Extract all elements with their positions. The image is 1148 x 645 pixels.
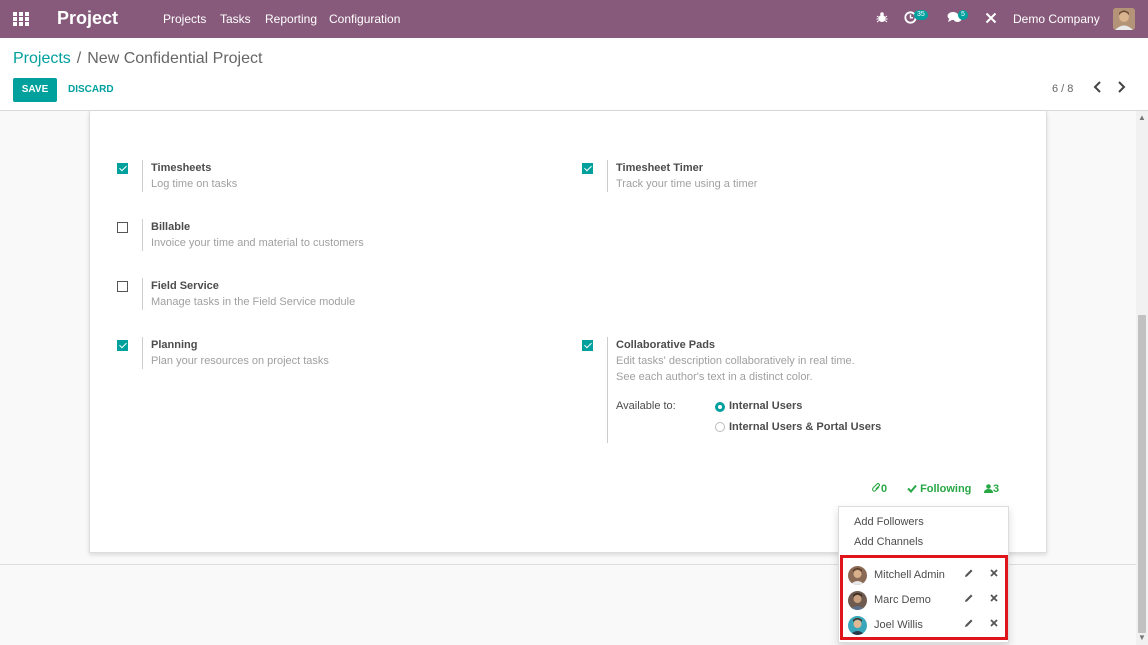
followers-button[interactable]: 3 bbox=[984, 483, 999, 495]
setting-description: Invoice your time and material to custom… bbox=[151, 237, 364, 249]
add-followers-item[interactable]: Add Followers bbox=[854, 516, 924, 528]
apps-menu-icon[interactable] bbox=[13, 12, 29, 26]
menu-projects[interactable]: Projects bbox=[163, 12, 206, 26]
collaborative-pads-checkbox[interactable] bbox=[582, 340, 593, 351]
check-icon bbox=[907, 484, 917, 493]
setting-title: Planning bbox=[151, 339, 198, 351]
follower-row[interactable]: Joel Willis bbox=[848, 615, 1003, 637]
setting-description: Track your time using a timer bbox=[616, 178, 758, 190]
breadcrumb-separator: / bbox=[76, 50, 82, 67]
edit-follower-icon[interactable] bbox=[964, 593, 974, 606]
radio-label[interactable]: Internal Users & Portal Users bbox=[729, 421, 881, 433]
divider bbox=[142, 337, 143, 369]
timesheets-checkbox[interactable] bbox=[117, 163, 128, 174]
app-title[interactable]: Project bbox=[57, 8, 118, 29]
scroll-down-arrow-icon[interactable]: ▼ bbox=[1138, 633, 1146, 642]
field-service-checkbox[interactable] bbox=[117, 281, 128, 292]
setting-description: Log time on tasks bbox=[151, 178, 238, 190]
setting-title: Timesheets bbox=[151, 162, 212, 174]
scroll-up-arrow-icon[interactable]: ▲ bbox=[1138, 113, 1146, 122]
menu-reporting[interactable]: Reporting bbox=[265, 12, 317, 26]
paperclip-icon bbox=[872, 482, 881, 492]
user-avatar[interactable] bbox=[1113, 8, 1135, 30]
remove-follower-icon[interactable] bbox=[990, 568, 998, 580]
follower-name[interactable]: Joel Willis bbox=[874, 619, 923, 631]
messages-count-badge: 5 bbox=[958, 10, 968, 20]
billable-checkbox[interactable] bbox=[117, 222, 128, 233]
pager-previous-button[interactable] bbox=[1093, 80, 1103, 96]
divider bbox=[142, 160, 143, 192]
divider bbox=[607, 160, 608, 192]
follower-row[interactable]: Mitchell Admin bbox=[848, 565, 1003, 587]
attachments-button[interactable]: 0 bbox=[872, 482, 888, 495]
setting-description: Plan your resources on project tasks bbox=[151, 355, 329, 367]
follower-name[interactable]: Mitchell Admin bbox=[874, 569, 945, 581]
control-panel: Projects / New Confidential Project SAVE D… bbox=[0, 38, 1148, 111]
user-icon bbox=[984, 484, 993, 493]
setting-description: Manage tasks in the Field Service module bbox=[151, 296, 356, 308]
setting-title: Billable bbox=[151, 221, 191, 233]
divider bbox=[607, 337, 608, 443]
portal-users-radio[interactable] bbox=[715, 422, 725, 432]
tools-icon[interactable] bbox=[985, 12, 997, 27]
following-button[interactable]: Following bbox=[907, 483, 971, 495]
breadcrumb-projects-link[interactable]: Projects bbox=[13, 50, 71, 67]
following-label: Following bbox=[920, 483, 972, 495]
follower-name[interactable]: Marc Demo bbox=[874, 594, 931, 606]
timesheet-timer-checkbox[interactable] bbox=[582, 163, 593, 174]
avatar-marc-icon bbox=[848, 591, 867, 610]
followers-count: 3 bbox=[993, 483, 1000, 495]
add-channels-item[interactable]: Add Channels bbox=[854, 536, 923, 548]
company-switcher[interactable]: Demo Company bbox=[1013, 12, 1100, 26]
divider bbox=[142, 219, 143, 251]
planning-checkbox[interactable] bbox=[117, 340, 128, 351]
edit-follower-icon[interactable] bbox=[964, 568, 974, 581]
setting-description: See each author's text in a distinct col… bbox=[616, 371, 813, 383]
internal-users-radio[interactable] bbox=[715, 402, 725, 412]
avatar-joel-icon bbox=[848, 616, 867, 635]
radio-label[interactable]: Internal Users bbox=[729, 400, 802, 412]
save-button[interactable]: SAVE bbox=[13, 78, 57, 102]
breadcrumb-current: New Confidential Project bbox=[87, 50, 263, 67]
availability-label: Available to: bbox=[616, 400, 676, 412]
breadcrumb: Projects / New Confidential Project bbox=[13, 50, 262, 68]
follower-row[interactable]: Marc Demo bbox=[848, 590, 1003, 612]
menu-tasks[interactable]: Tasks bbox=[220, 12, 251, 26]
pager-value[interactable]: 6 / 8 bbox=[1052, 83, 1073, 95]
pager-next-button[interactable] bbox=[1116, 80, 1126, 96]
remove-follower-icon[interactable] bbox=[990, 593, 998, 605]
setting-title: Collaborative Pads bbox=[616, 339, 716, 351]
bug-icon[interactable] bbox=[876, 11, 888, 27]
avatar-mitchell-icon bbox=[848, 566, 867, 585]
edit-follower-icon[interactable] bbox=[964, 618, 974, 631]
scrollbar-thumb[interactable] bbox=[1138, 315, 1146, 633]
attachments-count: 0 bbox=[881, 483, 888, 495]
discard-button[interactable]: DISCARD bbox=[68, 84, 114, 95]
menu-configuration[interactable]: Configuration bbox=[329, 12, 400, 26]
activity-count-badge: 35 bbox=[914, 10, 928, 20]
remove-follower-icon[interactable] bbox=[990, 618, 998, 630]
top-navbar: Project Projects Tasks Reporting Configu… bbox=[0, 0, 1148, 38]
setting-description: Edit tasks' description collaboratively … bbox=[616, 355, 855, 367]
setting-title: Timesheet Timer bbox=[616, 162, 704, 174]
divider bbox=[142, 278, 143, 310]
setting-title: Field Service bbox=[151, 280, 219, 292]
